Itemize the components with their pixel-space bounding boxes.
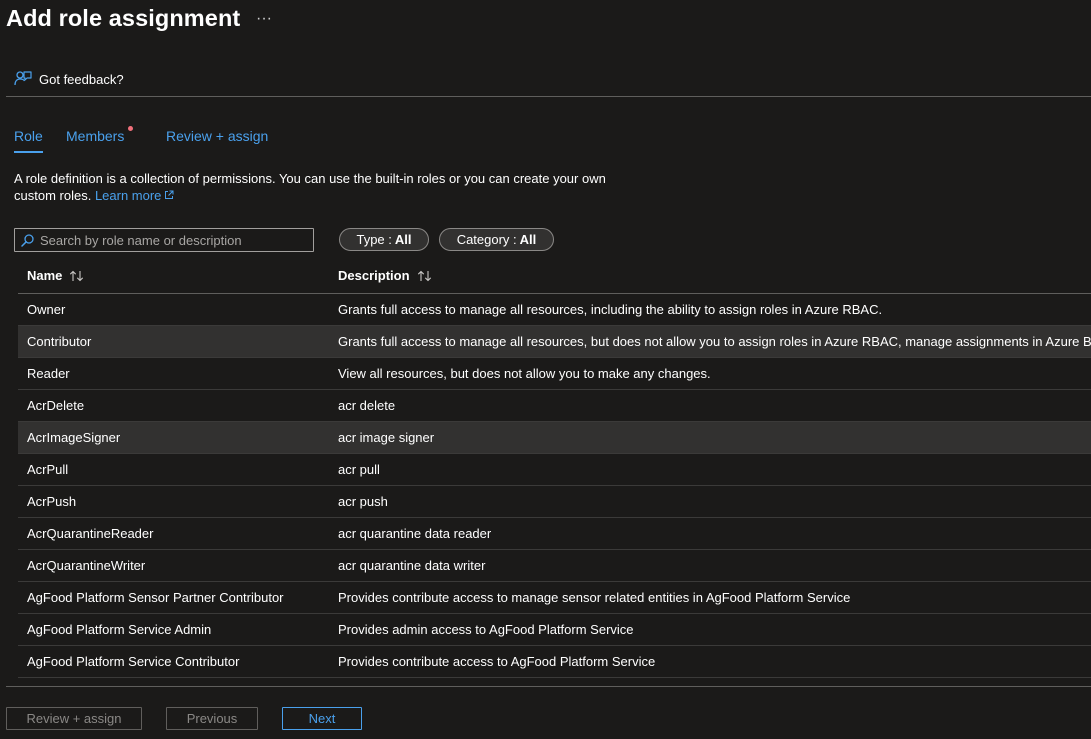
table-row[interactable]: AcrImageSigner acr image signer — [18, 422, 1091, 454]
review-assign-button[interactable]: Review + assign — [6, 707, 142, 730]
feedback-person-icon — [14, 71, 32, 86]
role-description: acr quarantine data reader — [338, 526, 492, 541]
tab-members[interactable]: Members — [66, 128, 124, 144]
external-link-icon — [165, 190, 174, 199]
role-name: AcrDelete — [27, 398, 85, 413]
required-indicator-dot — [128, 126, 133, 131]
role-search-box — [14, 228, 314, 252]
role-description: Provides contribute access to AgFood Pla… — [338, 654, 656, 669]
search-icon — [21, 233, 34, 247]
role-description: acr push — [338, 494, 388, 509]
tab-role[interactable]: Role — [14, 128, 43, 153]
role-description: Provides admin access to AgFood Platform… — [338, 622, 634, 637]
roles-table: Name Description Owner Grants full acces… — [18, 258, 1091, 678]
role-name: Reader — [27, 366, 70, 381]
sort-arrows-icon — [70, 270, 84, 281]
table-row[interactable]: AcrDelete acr delete — [18, 390, 1091, 422]
type-filter-label: Type : — [356, 232, 392, 247]
table-row[interactable]: AcrQuarantineWriter acr quarantine data … — [18, 550, 1091, 582]
role-name: AcrPull — [27, 462, 69, 477]
column-header-name[interactable]: Name — [27, 268, 85, 283]
role-description: Grants full access to manage all resourc… — [338, 334, 1091, 349]
category-filter-label: Category : — [456, 232, 517, 247]
header-divider — [6, 96, 1091, 97]
role-name: AgFood Platform Service Contributor — [27, 654, 240, 669]
role-description: Provides contribute access to manage sen… — [338, 590, 851, 605]
more-options-button[interactable]: ··· — [256, 10, 272, 28]
learn-more-link[interactable]: Learn more — [95, 188, 174, 203]
column-header-description-label: Description — [338, 268, 410, 283]
category-filter-value: All — [519, 232, 537, 247]
page-title: Add role assignment — [6, 5, 241, 31]
learn-more-label: Learn more — [94, 188, 162, 203]
role-name: AcrQuarantineReader — [27, 526, 154, 541]
role-name: AcrQuarantineWriter — [27, 558, 146, 573]
table-row[interactable]: AcrPush acr push — [18, 486, 1091, 518]
category-filter-pill[interactable]: Category : All — [439, 228, 554, 251]
previous-button[interactable]: Previous — [166, 707, 258, 730]
role-description: Grants full access to manage all resourc… — [338, 302, 883, 317]
footer-divider — [6, 686, 1091, 687]
role-description: acr quarantine data writer — [338, 558, 486, 573]
role-name: AgFood Platform Service Admin — [27, 622, 212, 637]
role-name: AcrImageSigner — [27, 430, 121, 445]
role-description: acr image signer — [338, 430, 435, 445]
role-description: acr pull — [338, 462, 380, 477]
table-row[interactable]: AgFood Platform Service Contributor Prov… — [18, 646, 1091, 678]
role-description: View all resources, but does not allow y… — [338, 366, 711, 381]
table-row[interactable]: Owner Grants full access to manage all r… — [18, 294, 1091, 326]
role-name: AgFood Platform Sensor Partner Contribut… — [27, 590, 284, 605]
table-row[interactable]: Contributor Grants full access to manage… — [18, 326, 1091, 358]
table-row[interactable]: AcrPull acr pull — [18, 454, 1091, 486]
table-row[interactable]: AgFood Platform Service Admin Provides a… — [18, 614, 1091, 646]
type-filter-pill[interactable]: Type : All — [339, 228, 429, 251]
column-header-description[interactable]: Description — [338, 268, 433, 283]
role-search-input[interactable] — [40, 230, 313, 250]
feedback-label: Got feedback? — [39, 71, 124, 87]
feedback-link[interactable]: Got feedback? — [14, 68, 124, 90]
role-name: Owner — [27, 302, 66, 317]
next-button[interactable]: Next — [282, 707, 362, 730]
role-name: Contributor — [27, 334, 92, 349]
table-row[interactable]: AgFood Platform Sensor Partner Contribut… — [18, 582, 1091, 614]
role-description: acr delete — [338, 398, 396, 413]
add-role-assignment-page: Add role assignment ··· Got feedback? Ro… — [0, 0, 1091, 739]
type-filter-value: All — [394, 232, 412, 247]
table-row[interactable]: AcrQuarantineReader acr quarantine data … — [18, 518, 1091, 550]
tab-review-assign[interactable]: Review + assign — [166, 128, 268, 144]
sort-arrows-icon — [417, 270, 431, 281]
table-header: Name Description — [18, 258, 1091, 294]
table-row[interactable]: Reader View all resources, but does not … — [18, 358, 1091, 390]
column-header-name-label: Name — [27, 268, 63, 283]
role-definition-description: A role definition is a collection of per… — [14, 170, 624, 204]
role-name: AcrPush — [27, 494, 77, 509]
